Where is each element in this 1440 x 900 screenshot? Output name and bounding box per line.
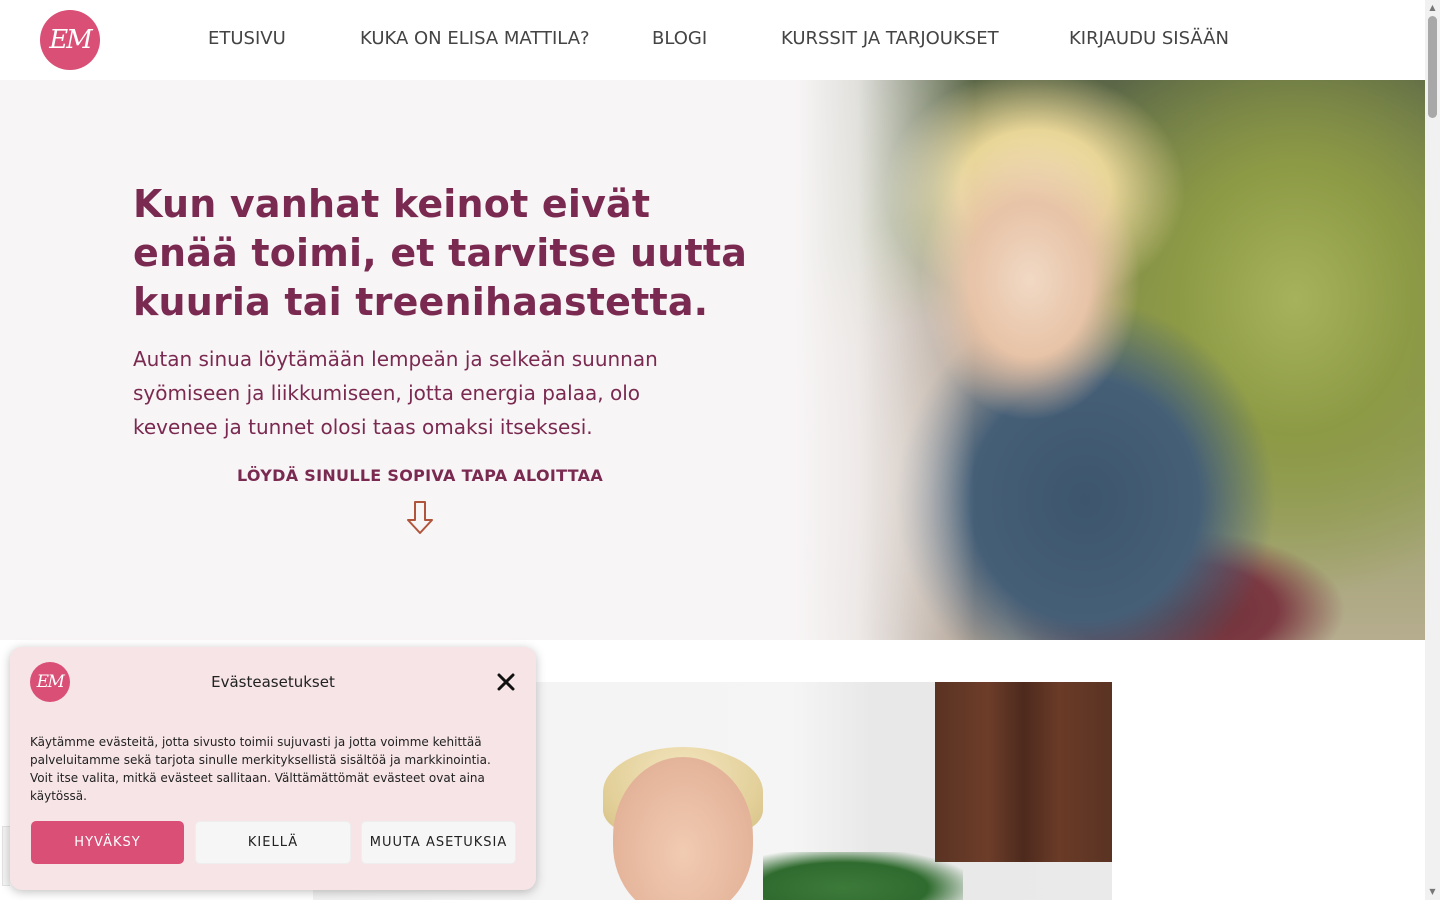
nav-item-kurssit-ja-tarjoukset[interactable]: KURSSIT JA TARJOUKSET	[781, 28, 999, 49]
nav-item-etusivu[interactable]: ETUSIVU	[208, 28, 286, 49]
cookie-text-line1: Käytämme evästeitä, jotta sivusto toimii…	[30, 735, 491, 767]
recaptcha-badge[interactable]	[2, 826, 10, 886]
deny-button[interactable]: KIELLÄ	[195, 821, 351, 864]
scroll-down-icon[interactable]: ▼	[1425, 886, 1440, 898]
cookie-text-line2: Voit itse valita, mitkä evästeet sallita…	[30, 771, 485, 803]
cookie-text: Käytämme evästeitä, jotta sivusto toimii…	[30, 733, 520, 805]
cookie-title: Evästeasetukset	[211, 673, 335, 691]
site-logo[interactable]: EM	[40, 10, 100, 70]
site-header: EM ETUSIVU KUKA ON ELISA MATTILA? BLOGI …	[0, 0, 1425, 80]
nav-item-kuka-on-elisa-mattila[interactable]: KUKA ON ELISA MATTILA?	[360, 28, 590, 49]
photo-plant	[763, 852, 963, 900]
change-settings-button[interactable]: MUUTA ASETUKSIA	[361, 821, 516, 864]
cookie-consent-dialog: EM Evästeasetukset Käytämme evästeitä, j…	[10, 647, 536, 890]
nav-item-blogi[interactable]: BLOGI	[652, 28, 707, 49]
nav-item-kirjaudu-sisaan[interactable]: KIRJAUDU SISÄÄN	[1069, 28, 1229, 49]
hero-title: Kun vanhat keinot eivät enää toimi, et t…	[133, 182, 748, 324]
scroll-thumb[interactable]	[1428, 16, 1437, 118]
accept-button[interactable]: HYVÄKSY	[31, 821, 184, 864]
page-scrollbar[interactable]: ▲ ▼	[1425, 0, 1440, 900]
hero-photo	[795, 80, 1425, 640]
photo-cabinet	[935, 682, 1112, 862]
hero-cta-link[interactable]: LÖYDÄ SINULLE SOPIVA TAPA ALOITTAA	[133, 466, 707, 485]
hero-section: Kun vanhat keinot eivät enää toimi, et t…	[0, 80, 1425, 640]
scroll-up-icon[interactable]: ▲	[1425, 2, 1440, 14]
arrow-down-icon[interactable]	[405, 500, 435, 536]
close-icon[interactable]	[493, 669, 519, 695]
hero-subtitle: Autan sinua löytämään lempeän ja selkeän…	[133, 347, 658, 439]
